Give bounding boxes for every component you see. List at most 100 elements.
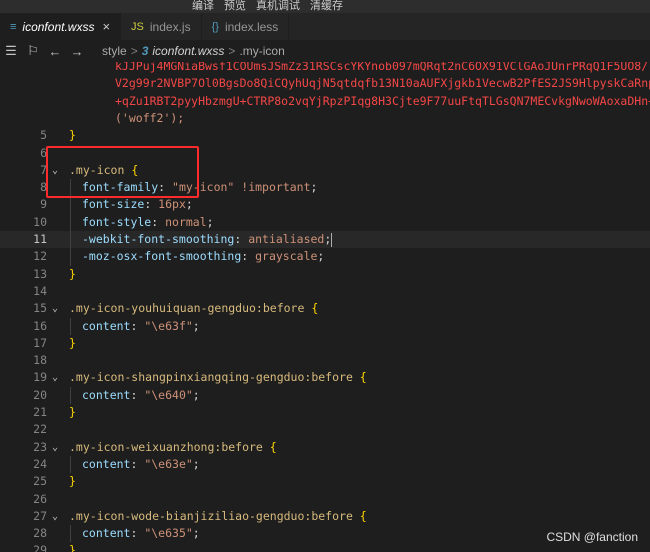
code-line: 14: [0, 283, 650, 300]
code-text: }: [69, 266, 76, 283]
code-token: ;: [185, 197, 193, 212]
css-value: normal: [165, 214, 207, 229]
line-number: 17: [33, 335, 47, 350]
code-token: }: [69, 474, 76, 489]
css-file-icon: 3: [141, 44, 149, 58]
bookmark-icon[interactable]: ⚐: [22, 43, 44, 59]
code-line: 19 ⌄ .my-icon-shangpinxiangqing-gengduo:be…: [0, 369, 650, 386]
tab-index-js[interactable]: JS index.js: [121, 13, 202, 40]
code-token: kJJPuj4MGNiaBwsf1COUmsJSmZz31RSCscYKYnob…: [115, 62, 649, 73]
less-icon: {}: [211, 20, 219, 33]
close-icon[interactable]: ×: [102, 19, 110, 34]
code-line: 16 content: "\e63f";: [0, 318, 650, 335]
code-line: ('woff2');: [0, 110, 650, 127]
code-token: +qZu1RBT2pyyHbzmgU+CTRP8o2vqYjRpzPIqg8H3…: [115, 93, 650, 108]
code-text: .my-icon-youhuiquan-gengduo:before {: [69, 300, 318, 317]
breadcrumb-file[interactable]: iconfont.wxss: [152, 44, 224, 58]
code-token: ;: [206, 214, 214, 229]
code-line: 22: [0, 421, 650, 438]
list-icon[interactable]: ☰: [0, 43, 22, 59]
line-number: 13: [33, 266, 47, 281]
line-number: 12: [33, 249, 47, 264]
code-text: .my-icon-shangpinxiangqing-gengduo:befor…: [69, 369, 367, 386]
line-number: 20: [33, 387, 47, 402]
code-token: ;: [192, 526, 200, 541]
code-line: 26: [0, 491, 650, 508]
code-text: font-size: 16px;: [82, 196, 193, 213]
toolbar-item[interactable]: 清缓存: [310, 0, 343, 13]
line-number: 21: [33, 405, 47, 419]
line-number: 16: [33, 318, 47, 333]
tab-label: index.less: [224, 19, 279, 34]
code-token: }: [69, 405, 76, 419]
back-arrow-icon[interactable]: ←: [44, 44, 66, 59]
line-number: 29: [33, 543, 47, 552]
code-token: :: [130, 387, 145, 402]
code-text: content: "\e63f";: [82, 318, 200, 335]
code-token: }: [69, 128, 76, 143]
css-selector: .my-icon-shangpinxiangqing-gengduo:befor…: [69, 370, 353, 385]
toolbar-item[interactable]: 编译: [192, 0, 214, 13]
toolbar-item[interactable]: 预览: [224, 0, 246, 13]
indent-guide: [70, 455, 71, 474]
code-token: V2g99r2NVBP7Ol0BgsDo8QiCQyhUqjN5qtdqfb13…: [115, 76, 650, 91]
code-text: kJJPuj4MGNiaBwsf1COUmsJSmZz31RSCscYKYnob…: [115, 62, 648, 75]
code-text: content: "\e640";: [82, 387, 200, 404]
forward-arrow-icon[interactable]: →: [66, 44, 88, 59]
line-number: 24: [33, 456, 47, 471]
css-value: "\e63e": [144, 456, 193, 471]
css-property: content: [82, 387, 131, 402]
code-line: 25}: [0, 473, 650, 490]
line-number: 26: [33, 491, 47, 506]
css-value: "\e640": [144, 387, 193, 402]
line-number: 11: [33, 232, 47, 246]
code-line: 5}: [0, 127, 650, 144]
css-selector: .my-icon-weixuanzhong:before: [69, 439, 263, 454]
breadcrumb-separator: >: [228, 44, 236, 58]
css-value: grayscale: [255, 249, 318, 264]
code-token: ;: [317, 249, 325, 264]
toolbar-item[interactable]: 真机调试: [256, 0, 300, 13]
code-line: 15 ⌄ .my-icon-youhuiquan-gengduo:before {: [0, 300, 650, 317]
tab-label: index.js: [149, 19, 191, 34]
line-number: 23: [33, 439, 47, 454]
css-property: font-size: [82, 197, 145, 212]
css-selector: .my-icon-wode-bianjiziliao-gengduo:befor…: [69, 508, 353, 523]
code-line: 10 font-style: normal;: [0, 214, 650, 231]
fold-chevron-icon[interactable]: ⌄: [52, 508, 58, 525]
tab-index-less[interactable]: {} index.less: [202, 13, 290, 40]
code-token: :: [144, 197, 159, 212]
code-line: 27 ⌄ .my-icon-wode-bianjiziliao-gengduo:be…: [0, 508, 650, 525]
fold-chevron-icon[interactable]: ⌄: [52, 439, 58, 456]
line-number: 14: [33, 283, 47, 298]
code-text: }: [69, 404, 76, 421]
fold-chevron-icon[interactable]: ⌄: [52, 300, 58, 317]
code-line: +qZu1RBT2pyyHbzmgU+CTRP8o2vqYjRpzPIqg8H3…: [0, 93, 650, 110]
code-token: {: [352, 370, 367, 385]
code-text: font-style: normal;: [82, 214, 214, 231]
line-number: 9: [40, 197, 47, 212]
code-token: ;: [192, 387, 200, 402]
code-line: V2g99r2NVBP7Ol0BgsDo8QiCQyhUqjN5qtdqfb13…: [0, 75, 650, 92]
code-token: :: [130, 526, 145, 541]
editor-tabbar: ≡ iconfont.wxss × JS index.js {} index.less: [0, 13, 650, 40]
code-text: -moz-osx-font-smoothing: grayscale;: [82, 248, 324, 265]
fold-chevron-icon[interactable]: ⌄: [52, 369, 58, 386]
line-number: 8: [40, 180, 47, 195]
code-editor[interactable]: kJJPuj4MGNiaBwsf1COUmsJSmZz31RSCscYKYnob…: [0, 62, 650, 552]
code-token: :: [130, 318, 145, 333]
code-line: 12 -moz-osx-font-smoothing: grayscale;: [0, 248, 650, 265]
code-token: ;: [192, 318, 200, 333]
code-line: 21}: [0, 404, 650, 421]
watermark: CSDN @fanction: [546, 530, 638, 544]
breadcrumb-folder[interactable]: style: [102, 44, 127, 58]
css-value: antialiased: [248, 232, 325, 246]
line-number: 25: [33, 474, 47, 489]
tab-label: iconfont.wxss: [22, 19, 95, 34]
text-cursor: [331, 232, 333, 247]
code-text: content: "\e63e";: [82, 456, 200, 473]
tab-iconfont-wxss[interactable]: ≡ iconfont.wxss ×: [0, 13, 122, 40]
css-value: "\e63f": [144, 318, 193, 333]
code-text: }: [69, 127, 76, 144]
breadcrumb-symbol[interactable]: .my-icon: [239, 44, 284, 58]
